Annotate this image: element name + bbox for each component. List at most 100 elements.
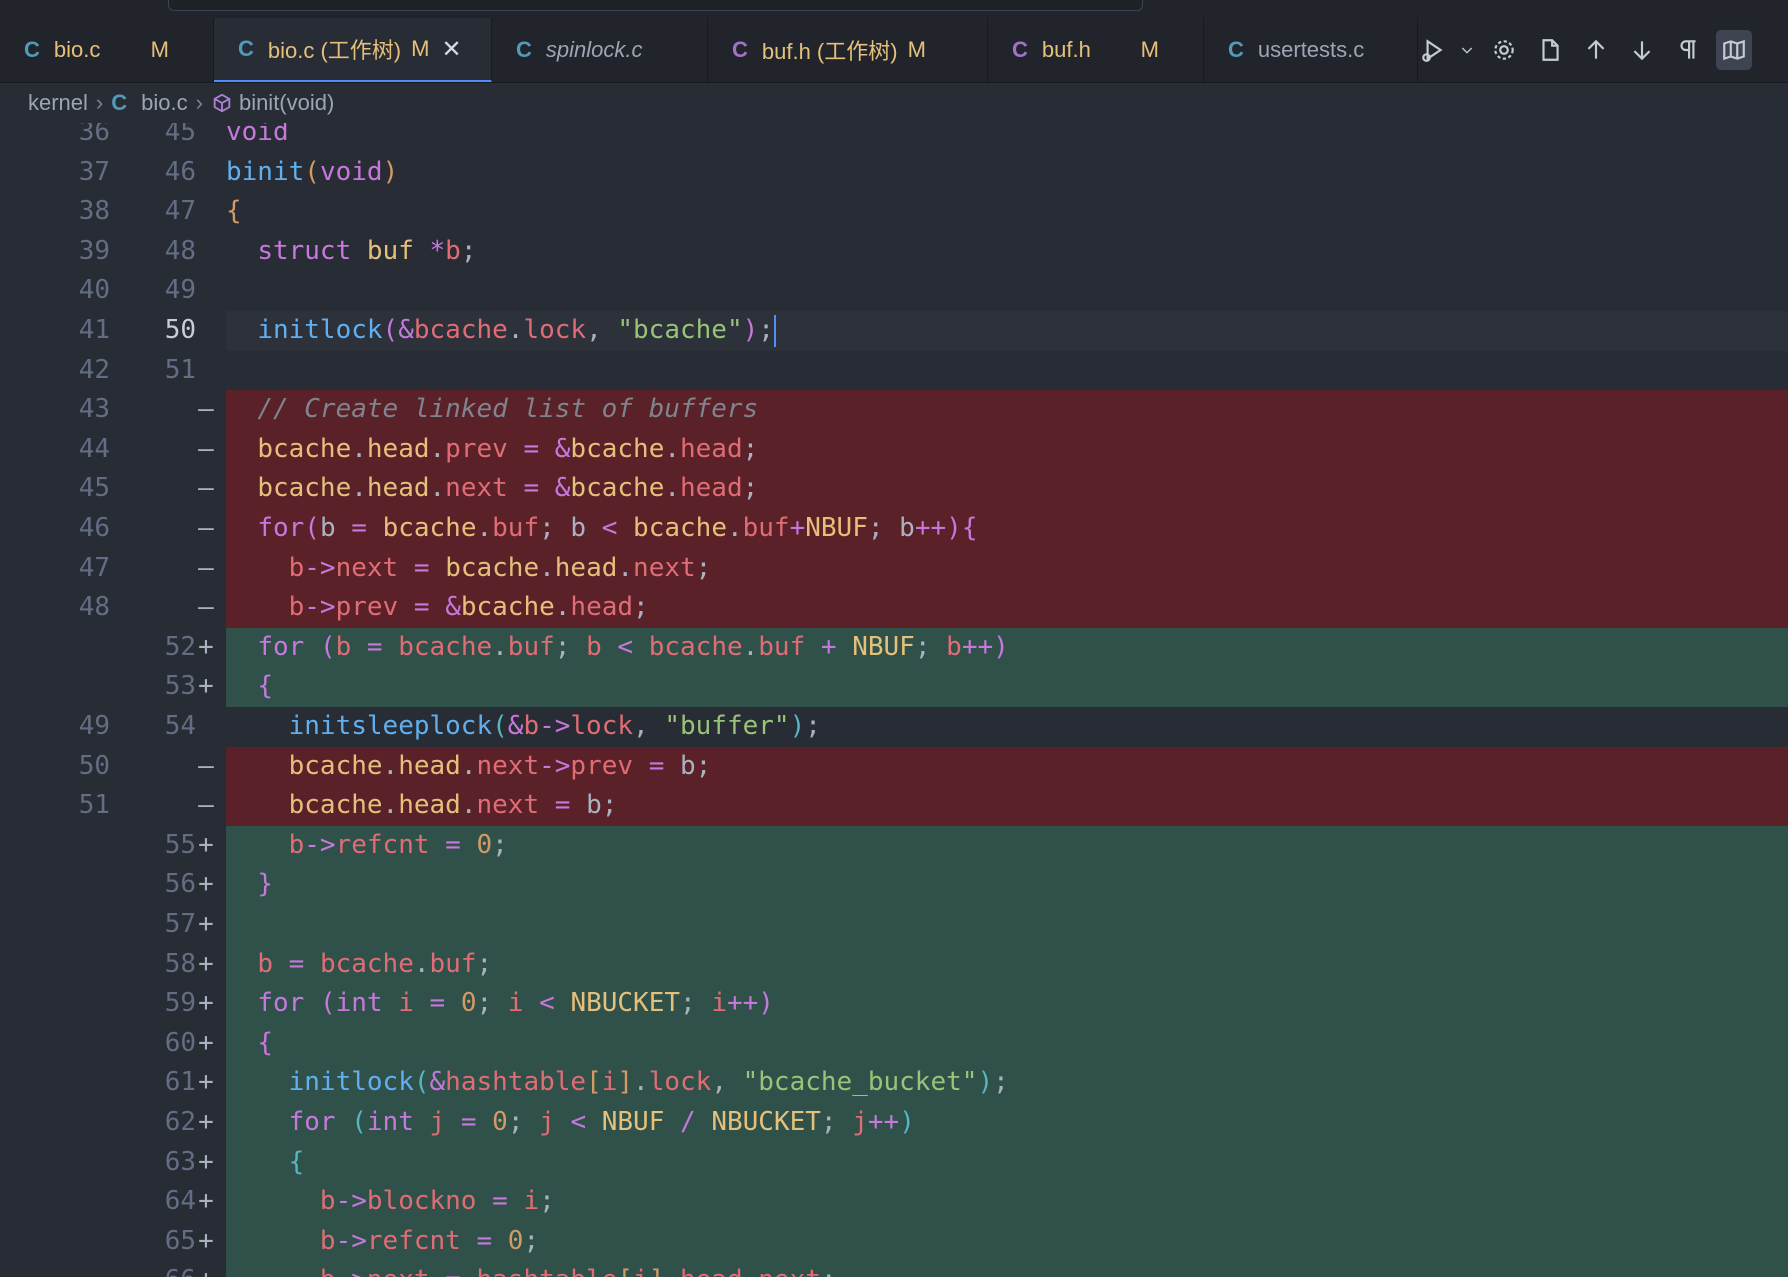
tab-bio-c[interactable]: C bio.c M xyxy=(0,18,214,82)
breadcrumb-symbol[interactable]: binit(void) xyxy=(239,90,334,116)
code-line[interactable]: 45— bcache.head.next = &bcache.head; xyxy=(0,469,1788,509)
code-text[interactable]: bcache.head.prev = &bcache.head; xyxy=(226,429,1788,470)
code-line[interactable]: 41 50 initlock(&bcache.lock, "bcache"); xyxy=(0,311,1788,351)
code-token: bcache xyxy=(648,631,743,662)
code-line[interactable]: 50— bcache.head.next->prev = b; xyxy=(0,746,1788,787)
code-text[interactable]: bcache.head.next->prev = b; xyxy=(226,746,1788,787)
code-line[interactable]: 44— bcache.head.prev = &bcache.head; xyxy=(0,429,1788,470)
gear-icon[interactable] xyxy=(1486,30,1522,70)
code-text[interactable]: for (int i = 0; i < NBUCKET; i++) xyxy=(226,984,1788,1024)
code-line[interactable]: 64 + b->blockno = i; xyxy=(0,1182,1788,1222)
arrow-down-icon[interactable] xyxy=(1624,30,1660,70)
code-text[interactable]: initsleeplock(&b->lock, "buffer"); xyxy=(226,707,1788,747)
c-file-icon: C xyxy=(1228,37,1244,62)
code-line[interactable]: 62 + for (int j = 0; j < NBUF / NBUCKET; … xyxy=(0,1103,1788,1143)
code-line[interactable]: 49 54 initsleeplock(&b->lock, "buffer"); xyxy=(0,707,1788,747)
tab-usertests-c[interactable]: C usertests.c xyxy=(1204,18,1418,82)
code-token: = xyxy=(413,552,430,583)
code-token: = xyxy=(460,1107,477,1137)
breadcrumb-folder[interactable]: kernel xyxy=(28,90,88,116)
code-text[interactable]: for (int j = 0; j < NBUF / NBUCKET; j++) xyxy=(226,1103,1788,1143)
code-text[interactable]: { xyxy=(226,192,1788,232)
code-text[interactable]: initlock(&bcache.lock, "bcache"); xyxy=(226,311,1788,351)
code-text[interactable]: b = bcache.buf; xyxy=(226,944,1788,985)
code-line[interactable]: 46— for(b = bcache.buf; b < bcache.buf+N… xyxy=(0,509,1788,549)
diff-editor[interactable]: 36 45 void 37 46 binit(void) 38 47{39 48 struct … xyxy=(0,123,1788,1277)
code-line[interactable]: 43 — // Create linked list of buffers xyxy=(0,390,1788,430)
pilcrow-icon[interactable] xyxy=(1670,30,1706,70)
breadcrumb-file[interactable]: bio.c xyxy=(141,90,187,116)
book-map-icon[interactable] xyxy=(1716,30,1752,70)
tab-spinlock-c[interactable]: C spinlock.c xyxy=(492,18,708,82)
removed-line-marker: — xyxy=(198,433,214,464)
code-text[interactable]: b->next = hashtable[i].head.next; xyxy=(226,1261,1788,1277)
added-line-marker: + xyxy=(198,988,214,1019)
code-line[interactable]: 40 49 xyxy=(0,271,1788,311)
code-token: < xyxy=(601,513,618,543)
code-line[interactable]: 58 + b = bcache.buf; xyxy=(0,944,1788,985)
code-line[interactable]: 47— b->next = bcache.head.next; xyxy=(0,548,1788,589)
code-line[interactable]: 61 + initlock(&hashtable[i].lock, "bcache… xyxy=(0,1063,1788,1103)
close-icon[interactable]: ✕ xyxy=(441,35,461,64)
code-line[interactable]: 59 + for (int i = 0; i < NBUCKET; i++) xyxy=(0,984,1788,1024)
code-line[interactable]: 51— bcache.head.next = b; xyxy=(0,786,1788,826)
code-line[interactable]: 52 + for (b = bcache.buf; b < bcache.buf … xyxy=(0,627,1788,668)
code-text[interactable]: // Create linked list of buffers xyxy=(226,390,1788,430)
code-text[interactable]: void xyxy=(226,123,1788,153)
arrow-up-icon[interactable] xyxy=(1578,30,1614,70)
code-text[interactable] xyxy=(226,351,1788,391)
chevron-down-icon[interactable] xyxy=(1458,30,1476,70)
tab-label: bio.c xyxy=(53,37,101,62)
code-token: bcache xyxy=(288,750,383,781)
c-file-icon: C xyxy=(111,90,128,115)
code-text[interactable]: struct buf *b; xyxy=(226,232,1788,272)
code-line[interactable]: 38 47 { xyxy=(0,192,1788,232)
code-text[interactable]: initlock(&hashtable[i].lock, "bcache_buc… xyxy=(226,1063,1788,1103)
code-line[interactable]: 48 — b->prev = &bcache.head; xyxy=(0,588,1788,628)
code-token: { xyxy=(288,1146,305,1177)
code-text[interactable]: b->refcnt = 0; xyxy=(226,1221,1788,1262)
code-line[interactable]: 42 51 xyxy=(0,351,1788,391)
code-line[interactable]: 36 45 void xyxy=(0,123,1788,153)
code-text[interactable]: { xyxy=(226,1023,1788,1064)
code-text[interactable] xyxy=(226,271,1788,311)
code-text[interactable]: bcache.head.next = b; xyxy=(226,786,1788,826)
code-line[interactable]: 57 + xyxy=(0,905,1788,945)
code-token: b xyxy=(523,711,540,741)
code-text[interactable]: for (b = bcache.buf; b < bcache.buf + NB… xyxy=(226,627,1788,668)
code-line[interactable]: 55 + b->refcnt = 0; xyxy=(0,825,1788,866)
code-text[interactable]: b->refcnt = 0; xyxy=(226,825,1788,866)
code-line[interactable]: 66+ b->next = hashtable[i].head.next; xyxy=(0,1261,1788,1277)
tab-bio-c-worktree[interactable]: C bio.c (工作树) M ✕ xyxy=(214,18,492,82)
code-line[interactable]: 63 + { xyxy=(0,1142,1788,1183)
code-text[interactable]: b->next = bcache.head.next; xyxy=(226,548,1788,589)
code-text[interactable]: bcache.head.next = &bcache.head; xyxy=(226,469,1788,509)
code-text[interactable]: { xyxy=(226,667,1788,707)
code-text[interactable]: } xyxy=(226,865,1788,905)
code-text[interactable]: b->prev = &bcache.head; xyxy=(226,588,1788,628)
code-line[interactable]: 39 48 struct buf *b; xyxy=(0,232,1788,272)
code-token: & xyxy=(398,315,414,345)
command-center-search[interactable] xyxy=(168,0,1143,11)
code-text[interactable]: for(b = bcache.buf; b < bcache.buf+NBUF;… xyxy=(226,509,1788,549)
code-line[interactable]: 60 + { xyxy=(0,1023,1788,1064)
open-file-icon[interactable] xyxy=(1532,30,1568,70)
code-line[interactable]: 65 + b->refcnt = 0; xyxy=(0,1221,1788,1262)
tab-buf-h-worktree[interactable]: C buf.h (工作树) M xyxy=(708,18,988,82)
code-line[interactable]: 56 + } xyxy=(0,865,1788,905)
code-line[interactable]: 37 46 binit(void) xyxy=(0,153,1788,193)
code-text[interactable]: b->blockno = i; xyxy=(226,1182,1788,1222)
code-text[interactable]: binit(void) xyxy=(226,153,1788,193)
run-debug-icon[interactable] xyxy=(1418,30,1448,70)
code-line[interactable]: 53 + { xyxy=(0,667,1788,707)
removed-line-marker: — xyxy=(198,592,214,623)
code-text[interactable] xyxy=(226,905,1788,945)
tab-buf-h[interactable]: C buf.h M xyxy=(988,18,1204,82)
code-token: & xyxy=(554,433,571,464)
code-text[interactable]: { xyxy=(226,1142,1788,1183)
code-token: lock xyxy=(570,711,634,741)
code-token: ) xyxy=(977,1067,994,1098)
